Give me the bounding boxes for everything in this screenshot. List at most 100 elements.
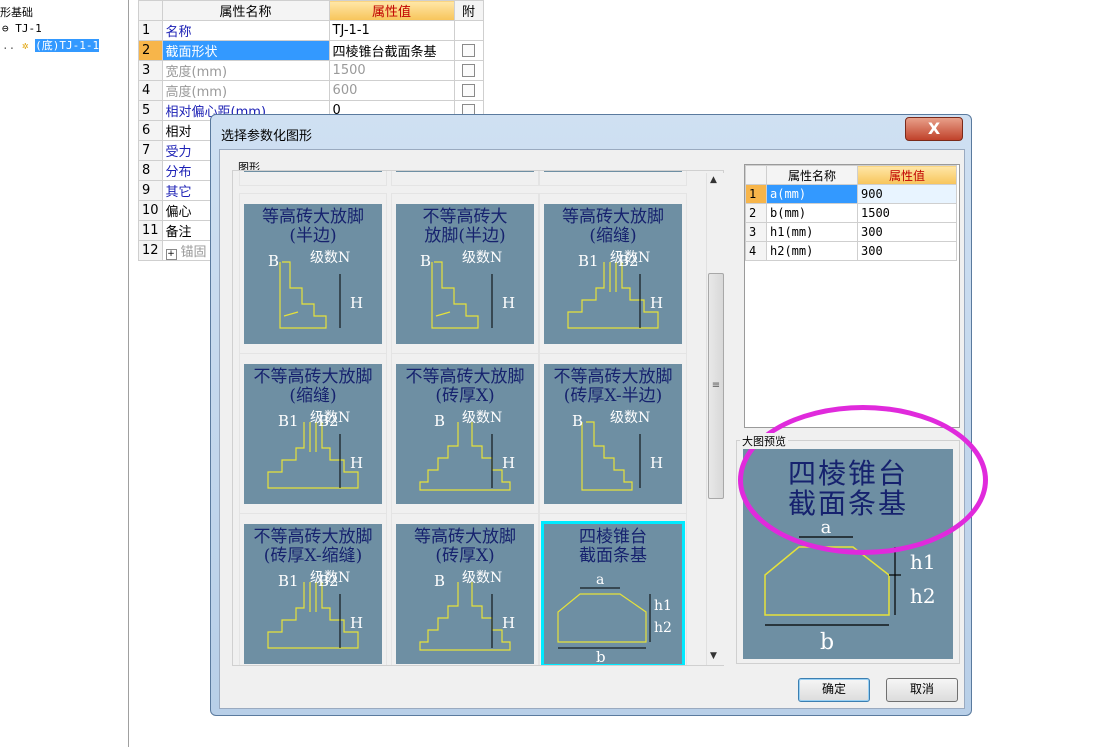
tree-node-selected[interactable]: .. ✲ (底)TJ-1-1 [2, 37, 100, 53]
dim-h-label: H [502, 294, 515, 312]
prop-value[interactable]: 四棱锥台截面条基 [328, 40, 455, 61]
attr-row-number: 3 [745, 222, 767, 242]
scroll-up-icon[interactable]: ▲ [710, 175, 717, 185]
row-number: 8 [138, 160, 163, 181]
header-property-name: 属性名称 [161, 0, 330, 21]
shape-tile[interactable]: 不等高砖大放脚 (砖厚X-缩缝) B1 B2 级数N H [239, 513, 387, 665]
shape-tile-partial[interactable] [539, 171, 687, 186]
shape-picture: 四棱锥台 截面条基 a b h1 h2 [541, 521, 685, 665]
shape-gallery: 等高砖大放脚 (半边) B 级数N H 不等高砖大 放脚(半边) B 级数N H 等高砖大放脚 … [232, 170, 724, 666]
shape-picture: 不等高砖大 放脚(半边) B 级数N H [396, 204, 534, 344]
component-tree: 形基础 ⊖ TJ-1 .. ✲ (底)TJ-1-1 [0, 0, 129, 747]
shape-picture [244, 171, 382, 172]
shape-tile[interactable]: 不等高砖大放脚 (砖厚X-半边) B 级数N H [539, 353, 687, 518]
header-property-value: 属性值 [328, 0, 455, 21]
attr-value[interactable]: 300 [857, 241, 957, 261]
dim-b-label: B [572, 412, 583, 430]
row-number: 5 [138, 100, 163, 121]
dim-a-label: a [596, 572, 604, 588]
scroll-down-icon[interactable]: ▼ [710, 651, 717, 661]
shape-tile[interactable]: 不等高砖大 放脚(半边) B 级数N H [391, 193, 539, 358]
header-corner [745, 165, 767, 185]
attach-checkbox-cell[interactable] [453, 80, 484, 101]
close-button[interactable]: X [905, 117, 963, 141]
dim-h-label: H [350, 454, 363, 472]
dim-b1-label: B1 [278, 412, 299, 430]
row-number: 4 [138, 80, 163, 101]
shape-picture: 等高砖大放脚 (缩缝) B1 B2 级数N H [544, 204, 682, 344]
gallery-scrollbar[interactable]: ▲ ≡ ▼ [706, 173, 724, 665]
attach-checkbox-cell[interactable] [453, 60, 484, 81]
dim-h-label: H [650, 454, 663, 472]
prop-name-label: 锚固 [180, 245, 207, 260]
shape-tile-partial[interactable] [391, 171, 539, 186]
dim-levels-label: 级数N [610, 410, 650, 426]
shape-diagram: B 级数N H [572, 410, 663, 491]
preview-picture: 四棱锥台 截面条基 a b h1 h2 [743, 449, 953, 659]
prop-value[interactable]: 600 [328, 80, 455, 101]
prop-value[interactable]: TJ-1-1 [328, 20, 455, 41]
shape-diagram: B 级数N H [419, 410, 515, 491]
shape-tile[interactable]: 等高砖大放脚 (缩缝) B1 B2 级数N H [539, 193, 687, 358]
attr-value[interactable]: 300 [857, 222, 957, 242]
tree-root[interactable]: 形基础 [0, 4, 33, 20]
prop-name[interactable]: 截面形状 [161, 40, 330, 61]
attach-checkbox[interactable] [462, 64, 476, 77]
dim-b1-label: B1 [578, 252, 599, 270]
scroll-thumb[interactable]: ≡ [708, 273, 724, 499]
row-number: 7 [138, 140, 163, 161]
shape-diagram: B 级数N H [420, 250, 515, 329]
tree-node-label: TJ-1 [15, 22, 42, 35]
prop-name[interactable]: 高度(mm) [161, 80, 330, 101]
tree-node-tj-1[interactable]: ⊖ TJ-1 [2, 22, 42, 35]
attach-checkbox[interactable] [462, 84, 476, 97]
expand-icon[interactable]: + [165, 249, 177, 260]
shape-tile-partial[interactable] [239, 171, 387, 186]
dim-h2-label: h2 [654, 620, 672, 636]
shape-picture: 不等高砖大放脚 (砖厚X-缩缝) B1 B2 级数N H [244, 524, 382, 664]
attr-value[interactable]: 1500 [857, 203, 957, 223]
dim-h-label: H [650, 294, 663, 312]
preview-group: 四棱锥台 截面条基 a b h1 h2 [736, 440, 960, 664]
row-number: 2 [138, 40, 163, 61]
attach-cell [453, 20, 484, 41]
preview-caption: 四棱锥台 截面条基 [787, 457, 908, 520]
shape-tile[interactable]: 不等高砖大放脚 (缩缝) B1 B2 级数N H [239, 353, 387, 518]
shape-tile[interactable]: 四棱锥台 截面条基 a b h1 h2 [539, 513, 687, 665]
attr-name[interactable]: b(mm) [766, 203, 858, 223]
dim-levels-label: 级数N [462, 410, 502, 426]
dim-levels-label: 级数N [310, 410, 350, 426]
close-icon: X [927, 119, 941, 138]
dim-b-label: B [434, 412, 445, 430]
row-number: 12 [138, 240, 163, 261]
prop-name[interactable]: 名称 [161, 20, 330, 41]
attr-value[interactable]: 900 [857, 184, 957, 204]
dim-b-label: b [820, 630, 834, 655]
shape-tile[interactable]: 等高砖大放脚 (砖厚X) B 级数N H [391, 513, 539, 665]
tree-selected-label: (底)TJ-1-1 [35, 39, 100, 52]
cancel-button[interactable]: 取消 [886, 678, 958, 702]
attach-checkbox-cell[interactable] [453, 40, 484, 61]
dim-levels-label: 级数N [310, 250, 350, 266]
dim-b1-label: B1 [278, 572, 299, 590]
shape-attribute-table: 属性名称 属性值 1 a(mm) 900 2 b(mm) 1500 3 h1(m… [745, 165, 957, 261]
attr-name[interactable]: h2(mm) [766, 241, 858, 261]
dim-levels-label: 级数N [310, 570, 350, 586]
ok-button[interactable]: 确定 [798, 678, 870, 702]
prop-value[interactable]: 1500 [328, 60, 455, 81]
shape-diagram: B1 B2级数NH [567, 250, 663, 329]
shape-diagram: B1 B2级数NH [267, 410, 363, 489]
attr-name[interactable]: h1(mm) [766, 222, 858, 242]
attr-name[interactable]: a(mm) [766, 184, 858, 204]
shape-diagram: B 级数N H [419, 570, 515, 651]
prop-name[interactable]: 宽度(mm) [161, 60, 330, 81]
attach-checkbox[interactable] [462, 44, 476, 57]
shape-tile[interactable]: 等高砖大放脚 (半边) B 级数N H [239, 193, 387, 358]
dim-levels-label: 级数N [462, 250, 502, 266]
attr-row-number: 4 [745, 241, 767, 261]
attr-row-number: 2 [745, 203, 767, 223]
dim-h-label: H [350, 294, 363, 312]
dim-h1-label: h1 [910, 550, 936, 574]
shape-tile[interactable]: 不等高砖大放脚 (砖厚X) B 级数N H [391, 353, 539, 518]
row-number: 1 [138, 20, 163, 41]
